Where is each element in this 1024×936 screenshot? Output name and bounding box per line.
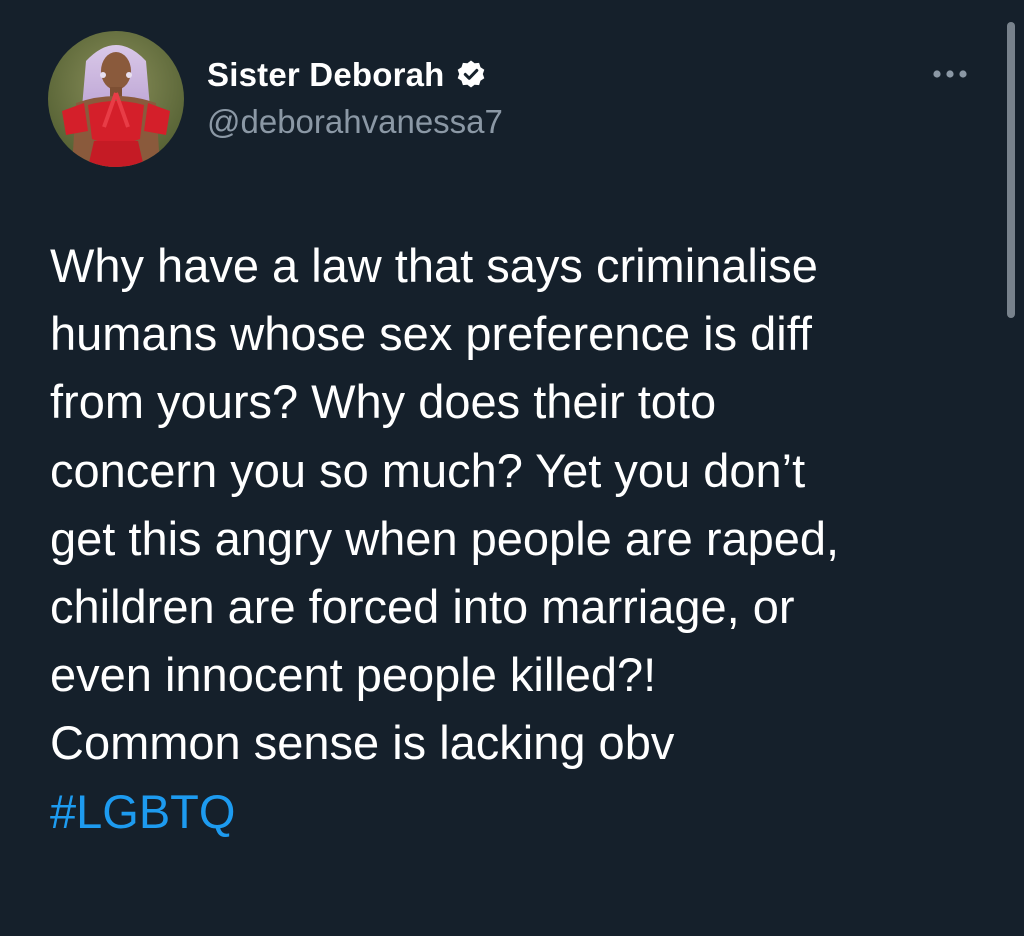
avatar-image	[48, 31, 184, 167]
author-handle[interactable]: @deborahvanessa7	[207, 103, 503, 141]
scrollbar-thumb[interactable]	[1007, 22, 1015, 318]
tweet-text-line: even innocent people killed?!	[50, 648, 657, 702]
tweet-text-line: concern you so much? Yet you don’t	[50, 443, 806, 497]
tweet-card: Sister Deborah @deborahvanessa7 Why have…	[0, 0, 1024, 936]
hashtag-line: #LGBTQ	[50, 778, 990, 846]
tweet-text-line: children are forced into marriage, or	[50, 579, 795, 633]
tweet-text-line: Common sense is lacking obv	[50, 716, 675, 770]
more-options-button[interactable]	[929, 62, 973, 86]
tweet-text: Why have a law that says criminalise hum…	[50, 232, 990, 846]
author-display-name[interactable]: Sister Deborah	[207, 56, 445, 94]
tweet-text-line: from yours? Why does their toto	[50, 375, 717, 429]
verified-badge-icon	[455, 59, 487, 91]
tweet-text-line: get this angry when people are raped,	[50, 511, 840, 565]
tweet-text-line: Why have a law that says criminalise	[50, 239, 818, 292]
tweet-text-line: humans whose sex preference is diff	[50, 307, 812, 361]
hashtag-link[interactable]: #LGBTQ	[50, 785, 235, 838]
author-name-row: Sister Deborah	[207, 56, 487, 94]
author-avatar[interactable]	[48, 31, 184, 167]
more-options-icon	[933, 70, 967, 78]
